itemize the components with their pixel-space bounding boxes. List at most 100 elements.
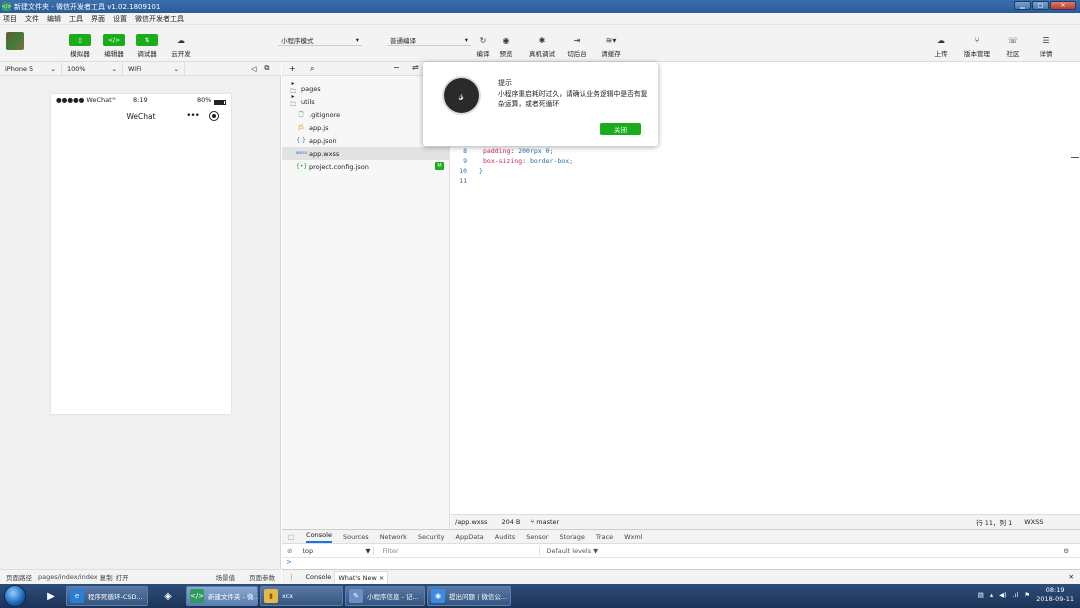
collapse-icon[interactable]: − — [393, 63, 400, 72]
window-title-bar: </> 新建文件夹 - 微信开发者工具 v1.02.1809101 — [0, 0, 1080, 13]
system-tray: ▤ ▴ ◀) .ıl ⚑ 08:19 2018-09-11 — [978, 586, 1074, 604]
tab-trace[interactable]: Trace — [596, 533, 613, 541]
maximize-button[interactable]: □ — [1032, 1, 1049, 10]
pinned-app-icon[interactable]: ◈ — [150, 586, 186, 606]
network-select[interactable]: WiFi ⌄ — [123, 61, 185, 76]
chevron-down-icon: ⌄ — [111, 64, 117, 73]
caret-down-icon: ▼ — [365, 546, 371, 555]
zoom-select[interactable]: 100% ⌄ — [62, 61, 123, 76]
tab-wxml[interactable]: Wxml — [624, 533, 642, 541]
menu-project[interactable]: 项目 — [3, 14, 17, 24]
avatar[interactable] — [6, 32, 24, 50]
cloud-dev-button[interactable]: ☁ 云开发 — [166, 34, 196, 59]
drawer-tab-console[interactable]: Console — [303, 573, 335, 581]
scene-value-button[interactable]: 场景值 — [216, 572, 236, 582]
drawer-menu-icon[interactable]: ⋮ — [288, 573, 295, 581]
tab-sensor[interactable]: Sensor — [526, 533, 548, 541]
clock[interactable]: 08:19 2018-09-11 — [1036, 586, 1074, 604]
editor-status-bar: /app.wxss 204 B ⑂ master 行 11，列 1 WXSS — [451, 514, 1080, 529]
preview-button[interactable]: ◉ 预览 — [491, 34, 521, 59]
context-select[interactable]: top ▼ — [302, 546, 375, 555]
menu-interface[interactable]: 界面 — [91, 14, 105, 24]
inspect-icon[interactable]: ⬚ — [288, 533, 294, 541]
start-button[interactable] — [4, 585, 26, 607]
console-drawer: ⋮ Console What's New × ✕ — [282, 569, 1080, 584]
code-line: 8 padding: 200rpx 0; — [463, 147, 554, 155]
device-bar: iPhone 5 ⌄ 100% ⌄ WiFi ⌄ ◁ ⧉ — [0, 61, 281, 76]
search-icon[interactable]: ⌕ — [310, 64, 314, 74]
community-button[interactable]: ☏ 社区 — [998, 34, 1028, 59]
speaker-icon[interactable]: ◀) — [999, 591, 1007, 599]
close-drawer-icon[interactable]: ✕ — [1069, 573, 1074, 581]
phone-icon: ▯ — [69, 34, 91, 46]
menu-devtools[interactable]: 微信开发者工具 — [135, 14, 184, 24]
device-select[interactable]: iPhone 5 ⌄ — [0, 61, 62, 76]
page-path: pages/index/index — [38, 573, 98, 581]
capsule-menu[interactable]: ••• — [186, 111, 219, 121]
drawer-tab-whats-new[interactable]: What's New × — [334, 570, 389, 584]
task-devtools[interactable]: </> 新建文件夹 - 微... — [186, 586, 258, 606]
switch-background-button[interactable]: ⇥ 切后台 — [562, 34, 592, 59]
cloud-upload-icon: ☁ — [937, 35, 945, 45]
volume-icon[interactable]: ◁ — [251, 65, 256, 73]
language-mode[interactable]: WXSS — [1024, 518, 1043, 526]
close-capsule-icon[interactable] — [209, 111, 219, 121]
action-center-icon[interactable]: ⚑ — [1024, 591, 1030, 599]
file-app-wxss[interactable]: wxss app.wxss — [282, 147, 450, 160]
page-params-button[interactable]: 页面参数 — [249, 572, 275, 582]
menu-settings[interactable]: 设置 — [113, 14, 127, 24]
tab-storage[interactable]: Storage — [559, 533, 584, 541]
task-folder[interactable]: ▮ xcx — [260, 586, 343, 606]
editor-button[interactable]: </> 编辑器 — [99, 34, 129, 58]
tray-expand-icon[interactable]: ▴ — [990, 591, 993, 599]
remote-debug-button[interactable]: ✱ 真机调试 — [527, 34, 557, 59]
media-player-icon[interactable]: ▶ — [36, 586, 66, 606]
version-manage-button[interactable]: ⑂ 版本管理 — [962, 34, 992, 59]
tab-appdata[interactable]: AppData — [456, 533, 484, 541]
tab-sources[interactable]: Sources — [343, 533, 369, 541]
branch-icon: ⑂ — [530, 518, 535, 526]
add-icon[interactable]: + — [289, 64, 296, 73]
git-branch[interactable]: master — [536, 518, 559, 526]
close-window-button[interactable]: ✕ — [1050, 1, 1076, 10]
console-prompt[interactable]: > — [282, 558, 1080, 569]
menu-file[interactable]: 文件 — [25, 14, 39, 24]
carrier-label: ●●●●● WeChat — [56, 96, 112, 104]
menu-tools[interactable]: 工具 — [69, 14, 83, 24]
menu-edit[interactable]: 编辑 — [47, 14, 61, 24]
tab-security[interactable]: Security — [418, 533, 445, 541]
open-path-link[interactable]: 打开 — [116, 572, 129, 582]
task-chrome[interactable]: ◉ 提出问题 | 微信公... — [427, 586, 511, 606]
task-browser[interactable]: e 程序死循环-CSD... — [66, 586, 148, 606]
minimize-button[interactable]: ▁ — [1014, 1, 1031, 10]
mode-select[interactable]: 小程序模式 ▾ — [278, 34, 362, 46]
copy-path-link[interactable]: 复制 — [100, 572, 113, 582]
file-project-config[interactable]: {•} project.config.json M — [282, 160, 450, 173]
caret-down-icon: ▾ — [355, 35, 359, 44]
log-levels-select[interactable]: Default levels ▼ — [546, 547, 598, 555]
upload-button[interactable]: ☁ 上传 — [926, 34, 956, 59]
clear-console-icon[interactable]: ⊘ — [287, 547, 292, 555]
ie-icon: e — [70, 589, 84, 603]
details-button[interactable]: ☰ 详情 — [1031, 34, 1061, 59]
more-dots-icon[interactable]: ••• — [186, 111, 200, 121]
tab-network[interactable]: Network — [380, 533, 407, 541]
keyboard-icon[interactable]: ▤ — [978, 591, 984, 599]
close-icon[interactable]: × — [379, 574, 384, 582]
simulator-button[interactable]: ▯ 模拟器 — [65, 34, 95, 58]
compile-mode-select[interactable]: 普通编译 ▾ — [387, 34, 471, 46]
debugger-button[interactable]: ⇅ 调试器 — [132, 34, 162, 58]
tab-console[interactable]: Console — [306, 531, 332, 543]
dialog-close-button[interactable]: 关闭 — [600, 123, 641, 135]
task-notepad[interactable]: ✎ 小程序信息 - 记... — [345, 586, 425, 606]
network-icon[interactable]: .ıl — [1013, 591, 1019, 599]
tab-audits[interactable]: Audits — [495, 533, 515, 541]
detach-window-icon[interactable]: ⧉ — [264, 64, 269, 73]
gear-icon[interactable]: ⚙ — [1063, 547, 1069, 555]
sort-icon[interactable]: ⇌ — [412, 63, 419, 72]
phone-screen[interactable]: ●●●●● WeChat ≈ 8:19 80% WeChat ••• — [51, 94, 231, 414]
dialog-title: 提示 — [498, 79, 512, 87]
code-line: 11 — [459, 177, 467, 185]
console-filter-input[interactable]: Filter — [382, 546, 541, 555]
clear-cache-button[interactable]: ≋▾ 清缓存 — [596, 34, 626, 59]
